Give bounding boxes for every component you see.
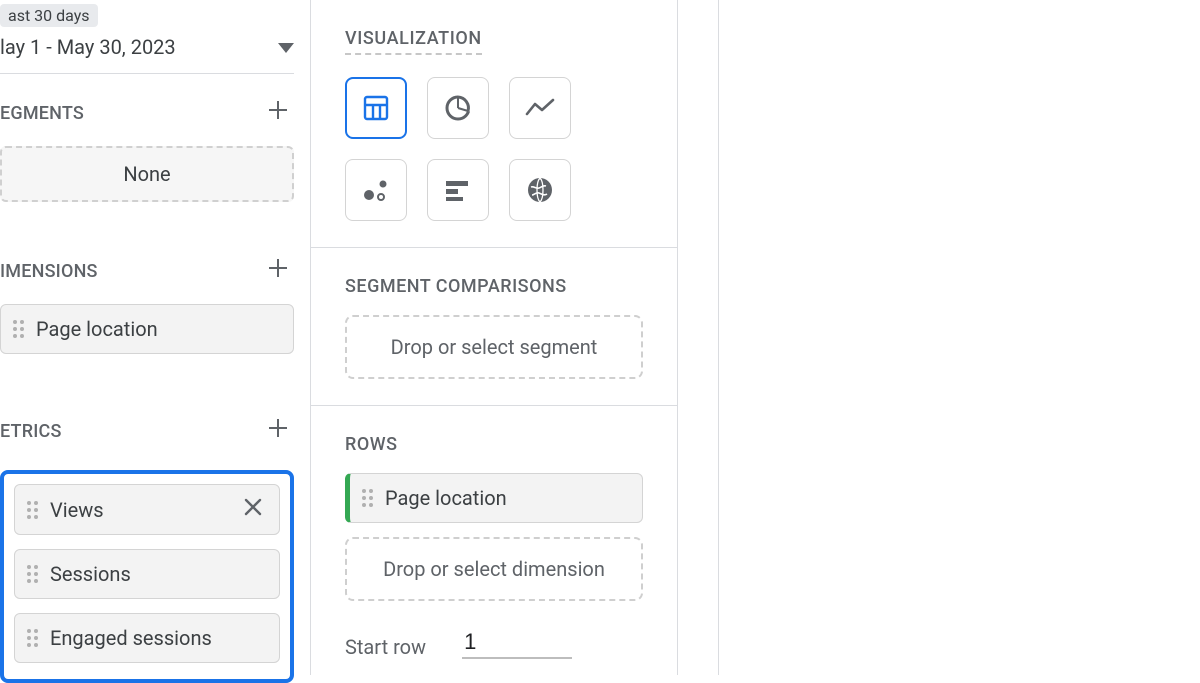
dimensions-title: IMENSIONS — [0, 261, 98, 282]
metrics-title: ETRICS — [0, 421, 62, 442]
date-range-text: lay 1 - May 30, 2023 — [0, 35, 176, 59]
viz-scatter-button[interactable] — [345, 159, 407, 221]
drag-handle-icon[interactable] — [362, 489, 375, 507]
start-row-control: Start row — [345, 627, 643, 659]
viz-geo-button[interactable] — [509, 159, 571, 221]
dimensions-header: IMENSIONS — [0, 256, 294, 304]
start-row-input[interactable] — [462, 627, 572, 659]
dimension-chip-page-location[interactable]: Page location — [0, 304, 294, 354]
bar-chart-icon — [444, 179, 472, 201]
metric-chip-views[interactable]: Views — [14, 484, 280, 535]
metrics-highlight-box: Views Sessions Engaged sessions — [0, 470, 294, 683]
viz-donut-button[interactable] — [427, 77, 489, 139]
table-icon — [362, 94, 390, 122]
divider — [0, 73, 294, 74]
add-metric-button[interactable] — [262, 416, 294, 446]
metric-chip-label: Engaged sessions — [50, 626, 267, 650]
donut-chart-icon — [443, 93, 473, 123]
globe-icon — [525, 175, 555, 205]
metric-chip-label: Views — [50, 498, 229, 522]
rows-chip-label: Page location — [385, 486, 507, 510]
segments-title: EGMENTS — [0, 103, 84, 124]
viz-bar-button[interactable] — [427, 159, 489, 221]
tab-settings-panel: VISUALIZATION — [311, 0, 678, 675]
caret-down-icon — [278, 38, 294, 57]
viz-line-button[interactable] — [509, 77, 571, 139]
add-segment-button[interactable] — [262, 98, 294, 128]
segment-drop-target[interactable]: Drop or select segment — [345, 315, 643, 379]
start-row-label: Start row — [345, 635, 426, 659]
date-range-picker[interactable]: lay 1 - May 30, 2023 — [0, 27, 294, 73]
metric-chip-sessions[interactable]: Sessions — [14, 549, 280, 599]
segments-header: EGMENTS — [0, 98, 294, 146]
visualization-title: VISUALIZATION — [345, 28, 482, 55]
dimension-chip-label: Page location — [36, 317, 281, 341]
metric-chip-engaged-sessions[interactable]: Engaged sessions — [14, 613, 280, 663]
date-preset-badge[interactable]: ast 30 days — [0, 4, 98, 27]
rows-section: ROWS Page location Drop or select dimens… — [311, 406, 677, 679]
add-dimension-button[interactable] — [262, 256, 294, 286]
visualization-section: VISUALIZATION — [311, 0, 677, 248]
rows-title: ROWS — [345, 434, 643, 455]
rows-chip-page-location[interactable]: Page location — [345, 473, 643, 523]
drag-handle-icon[interactable] — [13, 320, 26, 338]
visualization-grid — [345, 77, 643, 221]
line-chart-icon — [525, 98, 555, 118]
canvas-edge — [678, 0, 719, 675]
segment-comparisons-section: SEGMENT COMPARISONS Drop or select segme… — [311, 248, 677, 406]
segment-comparisons-title: SEGMENT COMPARISONS — [345, 276, 643, 297]
drag-handle-icon[interactable] — [27, 629, 40, 647]
remove-metric-button[interactable] — [239, 497, 267, 522]
drag-handle-icon[interactable] — [27, 501, 40, 519]
scatter-chart-icon — [361, 175, 391, 205]
rows-drop-target[interactable]: Drop or select dimension — [345, 537, 643, 601]
segments-none-chip[interactable]: None — [0, 146, 294, 202]
viz-table-button[interactable] — [345, 77, 407, 139]
metrics-header: ETRICS — [0, 416, 294, 464]
drag-handle-icon[interactable] — [27, 565, 40, 583]
metric-chip-label: Sessions — [50, 562, 267, 586]
variables-panel: ast 30 days lay 1 - May 30, 2023 EGMENTS… — [0, 0, 311, 675]
